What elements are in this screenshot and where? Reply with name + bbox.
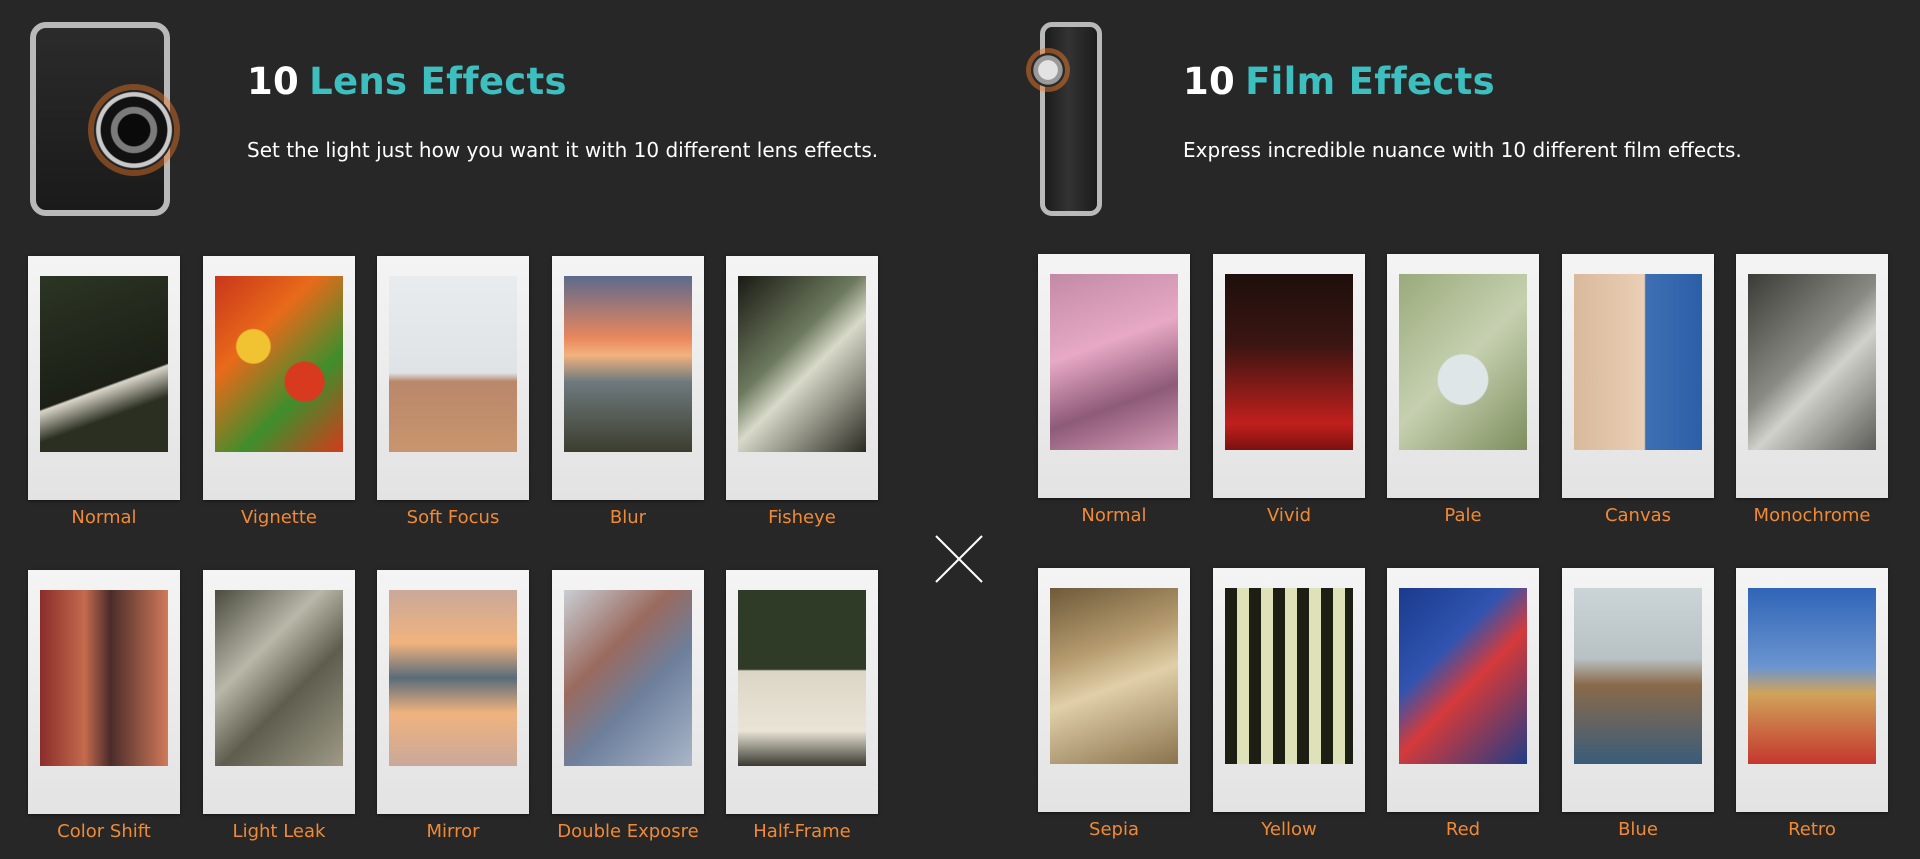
close-x-icon [935, 535, 983, 583]
film-heading-number: 10 [1183, 60, 1236, 103]
lens-effect-card [726, 570, 878, 814]
film-effect-photo [1399, 588, 1527, 764]
film-effect-card [1736, 568, 1888, 812]
film-effect-label: Canvas [1604, 505, 1672, 526]
lens-effect-photo [564, 590, 692, 766]
lens-effect-label: Half-Frame [753, 821, 851, 842]
lens-effect-card [377, 256, 529, 500]
lens-effect-photo [738, 590, 866, 766]
camera-lens [94, 90, 174, 170]
film-effect-card [1387, 254, 1539, 498]
film-effect-label: Pale [1444, 505, 1482, 526]
film-effect-photo [1748, 274, 1876, 450]
lens-effect-photo [389, 590, 517, 766]
film-effect-card [1736, 254, 1888, 498]
film-effect-card [1562, 254, 1714, 498]
film-effect-card [1562, 568, 1714, 812]
lens-effect-label: Light Leak [232, 821, 326, 842]
lens-effect-card [28, 570, 180, 814]
film-effect-label: Red [1445, 819, 1481, 840]
lens-effect-label: Mirror [426, 821, 480, 842]
lens-effect-card [203, 256, 355, 500]
lens-effect-label: Double Exposre [557, 821, 699, 842]
lens-effect-card [726, 256, 878, 500]
lens-effect-card [203, 570, 355, 814]
film-effect-label: Blue [1618, 819, 1658, 840]
lens-effect-label: Color Shift [57, 821, 151, 842]
lens-effect-card [552, 256, 704, 500]
film-effect-photo [1574, 274, 1702, 450]
film-effect-label: Vivid [1267, 505, 1311, 526]
lens-heading-accent: Lens Effects [309, 60, 567, 103]
lens-effects-description: Set the light just how you want it with … [247, 138, 879, 162]
lens-effect-card [377, 570, 529, 814]
film-effect-photo [1748, 588, 1876, 764]
film-effect-card [1038, 568, 1190, 812]
lens-effect-photo [564, 276, 692, 452]
film-heading-accent: Film Effects [1245, 60, 1495, 103]
lens-effect-photo [40, 276, 168, 452]
film-effect-card [1213, 254, 1365, 498]
film-effect-label: Monochrome [1753, 505, 1871, 526]
film-effects-heading: 10 Film Effects [1183, 60, 1495, 103]
film-effects-description: Express incredible nuance with 10 differ… [1183, 138, 1742, 162]
lens-heading-number: 10 [247, 60, 300, 103]
film-effect-photo [1050, 274, 1178, 450]
film-effect-label: Yellow [1261, 819, 1317, 840]
film-effect-label: Sepia [1089, 819, 1139, 840]
lens-effect-card [28, 256, 180, 500]
lens-effect-photo [389, 276, 517, 452]
film-effect-photo [1225, 588, 1353, 764]
lens-effects-heading: 10 Lens Effects [247, 60, 567, 103]
camera-front-image [30, 22, 174, 216]
lens-effect-photo [215, 590, 343, 766]
lens-effect-photo [40, 590, 168, 766]
film-effect-label: Normal [1081, 505, 1147, 526]
lens-effect-label: Vignette [240, 507, 318, 528]
film-effect-label: Retro [1788, 819, 1836, 840]
lens-effect-photo [738, 276, 866, 452]
effect-dial [1031, 53, 1065, 87]
lens-effect-label: Normal [71, 507, 137, 528]
lens-effect-label: Fisheye [768, 507, 836, 528]
lens-effect-label: Blur [609, 507, 647, 528]
film-effect-photo [1399, 274, 1527, 450]
film-effect-card [1038, 254, 1190, 498]
lens-effect-card [552, 570, 704, 814]
camera-side-image [1031, 22, 1102, 216]
film-effect-photo [1574, 588, 1702, 764]
lens-effect-photo [215, 276, 343, 452]
lens-effect-label: Soft Focus [406, 507, 500, 528]
film-effect-card [1387, 568, 1539, 812]
film-effect-photo [1225, 274, 1353, 450]
film-effect-photo [1050, 588, 1178, 764]
film-effect-card [1213, 568, 1365, 812]
